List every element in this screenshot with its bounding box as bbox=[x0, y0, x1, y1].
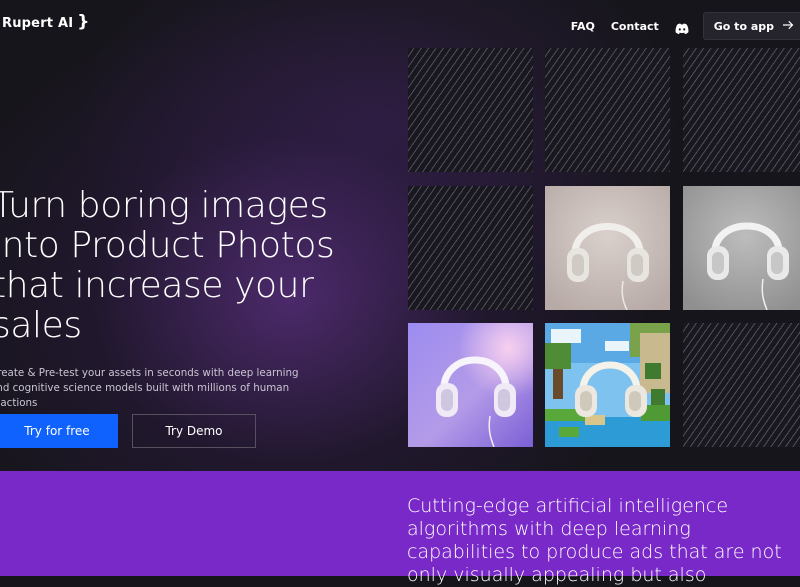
feature-section: Cutting-edge artificial intelligence alg… bbox=[0, 471, 800, 586]
logo-brace: } bbox=[77, 12, 90, 32]
hero-section: Rupert AI } FAQ Contact Go to app Turn b… bbox=[0, 0, 800, 471]
pattern-tile bbox=[683, 48, 800, 172]
feature-text: Cutting-edge artificial intelligence alg… bbox=[407, 495, 782, 586]
pattern-tile bbox=[683, 323, 800, 447]
logo[interactable]: Rupert AI } bbox=[2, 12, 90, 32]
nav-contact-link[interactable]: Contact bbox=[611, 20, 659, 33]
logo-text: Rupert AI bbox=[2, 16, 74, 31]
nav-faq-link[interactable]: FAQ bbox=[571, 20, 595, 33]
go-to-app-button[interactable]: Go to app bbox=[702, 12, 800, 40]
hero-headline: Turn boring images into Product Photos t… bbox=[0, 185, 335, 346]
go-to-app-label: Go to app bbox=[713, 19, 774, 33]
headphones-pixel-image bbox=[545, 323, 670, 447]
pattern-tile bbox=[408, 186, 533, 310]
try-for-free-button[interactable]: Try for free bbox=[0, 414, 118, 448]
try-demo-button[interactable]: Try Demo bbox=[132, 414, 256, 448]
pattern-tile bbox=[408, 48, 533, 172]
top-nav: FAQ Contact Go to app bbox=[571, 12, 800, 40]
headphones-purple-image bbox=[408, 323, 533, 447]
discord-icon[interactable] bbox=[675, 20, 689, 35]
headphones-grey-image bbox=[683, 186, 800, 310]
hero-subtext: Create & Pre-test your assets in seconds… bbox=[0, 367, 299, 409]
arrow-right-icon bbox=[782, 20, 794, 33]
headphones-beige-image bbox=[545, 186, 670, 310]
pattern-tile bbox=[545, 48, 670, 172]
